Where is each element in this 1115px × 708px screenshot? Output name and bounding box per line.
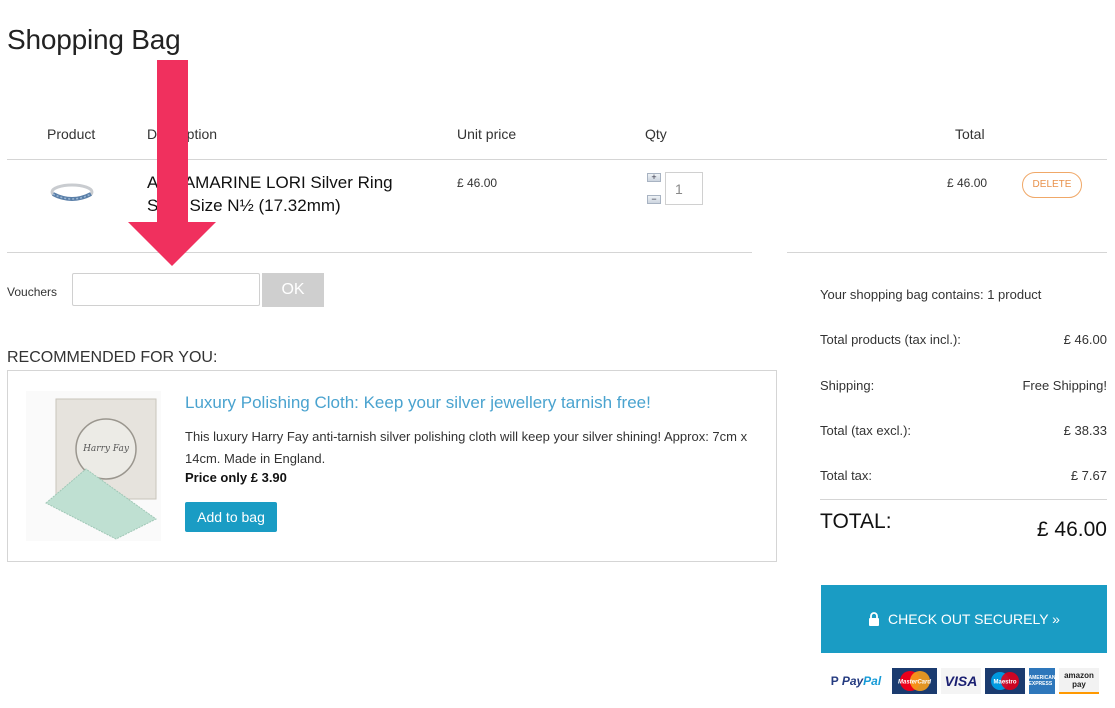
maestro-logo: Maestro xyxy=(985,668,1025,694)
grand-total-value: £ 46.00 xyxy=(1036,518,1107,541)
divider-left xyxy=(7,252,752,253)
recommended-item-price: Price only £ 3.90 xyxy=(185,470,287,485)
paypal-text-a: Pay xyxy=(841,674,864,688)
summary-label: Shipping: xyxy=(820,378,875,393)
recommended-title: RECOMMENDED FOR YOU: xyxy=(7,349,218,366)
pay-text: pay xyxy=(1072,680,1086,689)
summary-value: £ 46.00 xyxy=(1063,332,1107,347)
column-header-description: Description xyxy=(147,126,218,142)
recommended-item-description: This luxury Harry Fay anti-tarnish silve… xyxy=(185,429,748,466)
amazon-pay-logo: amazon pay xyxy=(1059,668,1099,694)
recommended-item-link[interactable]: Luxury Polishing Cloth: Keep your silver… xyxy=(185,393,651,413)
svg-text:Maestro: Maestro xyxy=(993,680,1016,686)
delete-button[interactable]: DELETE xyxy=(1022,172,1082,198)
lock-icon xyxy=(869,612,880,626)
maestro-icon: Maestro xyxy=(991,672,1019,690)
column-header-total: Total xyxy=(955,126,985,142)
product-thumbnail[interactable] xyxy=(48,178,96,208)
summary-label: Total products (tax incl.): xyxy=(820,332,961,347)
bag-count-text: Your shopping bag contains: 1 product xyxy=(820,287,1042,302)
svg-text:MasterCard: MasterCard xyxy=(898,680,931,686)
polishing-cloth-image[interactable]: Harry Fay xyxy=(26,391,161,541)
summary-value: £ 7.67 xyxy=(1070,468,1107,483)
paypal-icon: P xyxy=(830,674,839,688)
summary-label: Total (tax excl.): xyxy=(820,423,912,438)
voucher-ok-button[interactable]: OK xyxy=(262,273,324,307)
mastercard-icon: MasterCard xyxy=(898,671,931,691)
summary-value: Free Shipping! xyxy=(1022,378,1107,393)
qty-increase-button[interactable]: + xyxy=(647,173,661,182)
product-name[interactable]: AQUAMARINE LORI Silver Ring xyxy=(147,173,393,193)
recommended-item: Harry Fay Luxury Polishing Cloth: Keep y… xyxy=(7,370,777,562)
column-header-product: Product xyxy=(47,126,96,142)
amex-logo: AMERICAN EXPRESS xyxy=(1029,668,1055,694)
summary-label: Total tax: xyxy=(820,468,873,483)
row-total: £ 46.00 xyxy=(947,176,988,190)
grand-total-label: TOTAL: xyxy=(820,510,892,533)
qty-input[interactable] xyxy=(665,172,703,205)
column-header-unit-price: Unit price xyxy=(457,126,517,142)
mastercard-logo: MasterCard xyxy=(892,668,937,694)
checkout-button[interactable]: CHECK OUT SECURELY » xyxy=(821,585,1107,653)
table-header-divider xyxy=(7,159,1107,160)
amazon-text: amazon xyxy=(1064,671,1094,680)
add-to-bag-button[interactable]: Add to bag xyxy=(185,502,277,532)
product-size: Size: Size N½ (17.32mm) xyxy=(147,196,341,215)
summary-divider xyxy=(820,499,1107,500)
paypal-logo: P Pay Pal xyxy=(824,668,888,694)
brand-mark: Harry Fay xyxy=(82,444,130,454)
summary-value: £ 38.33 xyxy=(1063,423,1107,438)
divider-right xyxy=(787,252,1107,253)
voucher-input[interactable] xyxy=(72,273,260,306)
bag-count: Your shopping bag contains: 1 product xyxy=(820,287,1107,302)
paypal-text-b: Pal xyxy=(863,674,882,688)
payment-methods: P Pay Pal MasterCard VISA Maestro AMERICA… xyxy=(824,668,1099,694)
summary-row-shipping: Shipping: Free Shipping! xyxy=(820,378,1107,393)
checkout-label: CHECK OUT SECURELY » xyxy=(888,611,1060,627)
visa-logo: VISA xyxy=(941,668,981,694)
summary-row-total-tax: Total tax: £ 7.67 xyxy=(820,468,1107,483)
summary-row-total-products: Total products (tax incl.): £ 46.00 xyxy=(820,332,1107,347)
column-header-qty: Qty xyxy=(645,126,667,142)
summary-row-tax-excl: Total (tax excl.): £ 38.33 xyxy=(820,423,1107,438)
page-title: Shopping Bag xyxy=(7,24,181,55)
voucher-label: Vouchers xyxy=(7,285,58,299)
qty-decrease-button[interactable]: − xyxy=(647,195,661,204)
unit-price: £ 46.00 xyxy=(457,176,498,190)
